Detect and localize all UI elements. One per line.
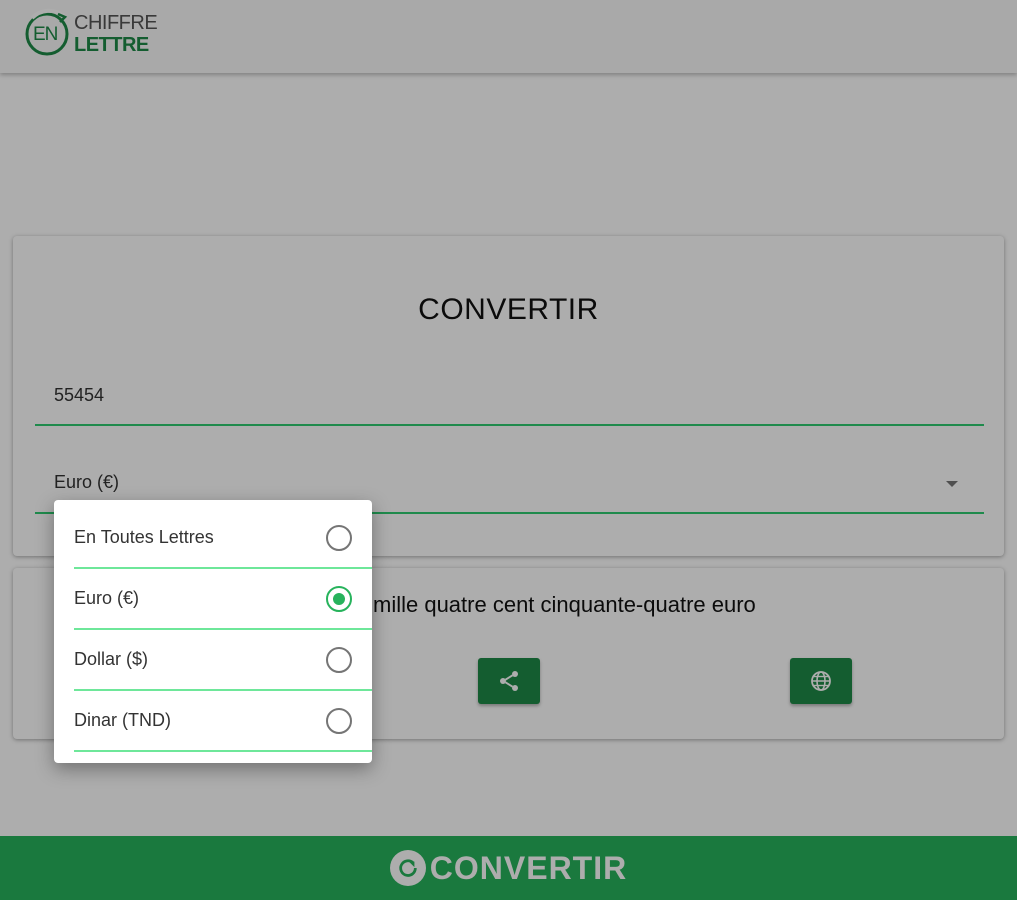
- currency-option[interactable]: Dinar (TND): [74, 691, 372, 752]
- currency-dropdown-menu: En Toutes Lettres Euro (€) Dollar ($) Di…: [54, 500, 372, 763]
- currency-option[interactable]: Euro (€): [74, 569, 372, 630]
- currency-option-label: Euro (€): [74, 588, 140, 608]
- radio-checked-icon[interactable]: [326, 586, 352, 612]
- currency-option-label: Dollar ($): [74, 649, 149, 669]
- radio-unchecked-icon[interactable]: [326, 647, 352, 673]
- radio-unchecked-icon[interactable]: [326, 708, 352, 734]
- currency-option-label: En Toutes Lettres: [74, 527, 214, 547]
- radio-unchecked-icon[interactable]: [326, 525, 352, 551]
- currency-option-label: Dinar (TND): [74, 710, 171, 730]
- currency-option[interactable]: Dollar ($): [74, 630, 372, 691]
- modal-overlay[interactable]: [0, 0, 1017, 900]
- currency-option[interactable]: En Toutes Lettres: [74, 508, 372, 569]
